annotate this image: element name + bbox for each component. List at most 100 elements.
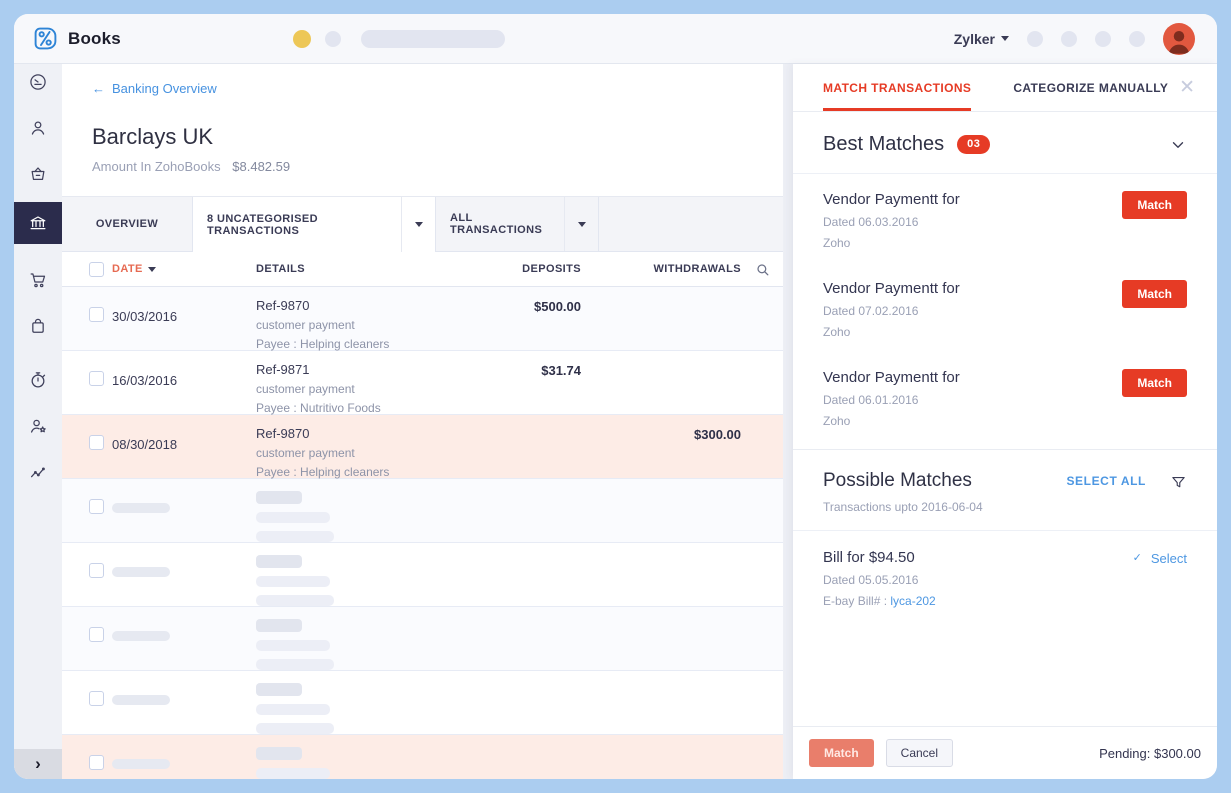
sidebar-item-purchases[interactable]: [14, 308, 62, 344]
sidebar-item-contacts[interactable]: [14, 110, 62, 146]
best-match-title: Vendor Paymentt for: [823, 191, 960, 208]
amount-value: $8.482.59: [232, 159, 291, 174]
best-match-date: Dated 06.01.2016: [823, 393, 919, 407]
best-match-title: Vendor Paymentt for: [823, 280, 960, 297]
tab-match-transactions[interactable]: MATCH TRANSACTIONS: [823, 64, 972, 111]
sidebar-item-items[interactable]: [14, 156, 62, 192]
close-icon[interactable]: ✕: [1179, 78, 1195, 97]
table-row[interactable]: [62, 607, 783, 671]
row-checkbox[interactable]: [89, 563, 104, 578]
transaction-payee: Payee : Helping cleaners: [256, 465, 390, 479]
match-item-button[interactable]: Match: [1122, 369, 1187, 397]
date-placeholder: [112, 695, 170, 705]
table-row[interactable]: 30/03/2016 Ref-9870 customer payment Payee …: [62, 287, 783, 351]
table-row[interactable]: [62, 735, 783, 779]
best-match-vendor: Zoho: [823, 414, 851, 428]
topbar-icon-placeholder-1[interactable]: [1027, 30, 1043, 47]
table-body: 30/03/2016 Ref-9870 customer payment Payee …: [62, 287, 783, 779]
sort-caret-icon: [147, 266, 156, 272]
app-logo[interactable]: Books: [32, 25, 121, 52]
bill-number-link[interactable]: lyca-202: [890, 594, 935, 608]
window-frame: Books Zylker › ← Banking Overview Barcla…: [0, 0, 1231, 793]
table-search-icon[interactable]: [741, 262, 783, 277]
row-checkbox[interactable]: [89, 307, 104, 322]
filter-funnel-icon[interactable]: [1170, 474, 1187, 491]
transaction-ref: Ref-9870: [256, 298, 310, 313]
row-checkbox[interactable]: [89, 755, 104, 770]
select-all-checkbox[interactable]: [89, 261, 104, 277]
org-name: Zylker: [953, 30, 995, 47]
search-input[interactable]: [360, 29, 505, 48]
page-title: Barclays UK: [92, 124, 214, 149]
details-placeholder: [256, 479, 461, 542]
org-selector[interactable]: Zylker: [954, 31, 1009, 47]
collapse-chevron-icon[interactable]: [1169, 136, 1187, 154]
tab-all-transactions[interactable]: ALL TRANSACTIONS: [436, 197, 599, 252]
ref-placeholder: [256, 491, 302, 504]
items-icon: [31, 167, 45, 181]
uncategorised-dropdown-caret[interactable]: [401, 197, 435, 252]
row-checkbox[interactable]: [89, 435, 104, 450]
match-item-button[interactable]: Match: [1122, 280, 1187, 308]
app-body: › ← Banking Overview Barclays UK Amount …: [14, 64, 1217, 779]
possible-match-bill-line: E-bay Bill# : lyca-202: [823, 594, 936, 608]
all-transactions-dropdown-caret[interactable]: [564, 197, 598, 251]
app-window: Books Zylker › ← Banking Overview Barcla…: [14, 14, 1217, 779]
best-match-item: Vendor Paymentt for Dated 06.01.2016 Zoho M…: [793, 352, 1217, 441]
notification-dot[interactable]: [292, 29, 311, 48]
possible-match-date: Dated 05.05.2016: [823, 573, 919, 587]
row-checkbox[interactable]: [89, 627, 104, 642]
table-row[interactable]: [62, 479, 783, 543]
column-header-date[interactable]: DATE: [112, 263, 256, 275]
topbar-icon-placeholder-2[interactable]: [1061, 30, 1077, 47]
best-match-item: Vendor Paymentt for Dated 07.02.2016 Zoho M…: [793, 263, 1217, 352]
tab-overview[interactable]: OVERVIEW: [62, 197, 193, 252]
table-row[interactable]: [62, 543, 783, 607]
withdrawal-amount: $300.00: [694, 427, 741, 442]
sidebar-item-dashboard[interactable]: [14, 64, 62, 100]
row-checkbox[interactable]: [89, 691, 104, 706]
date-placeholder: [112, 567, 170, 577]
time-tracking-icon: [31, 372, 46, 388]
topbar-icon-placeholder-4[interactable]: [1129, 30, 1145, 47]
best-match-item: Vendor Paymentt for Dated 06.03.2016 Zoho M…: [793, 174, 1217, 263]
possible-match-item: Bill for $94.50 Dated 05.05.2016 E-bay Bil…: [793, 531, 1217, 621]
amount-label: Amount In ZohoBooks: [92, 159, 221, 174]
best-match-vendor: Zoho: [823, 236, 851, 250]
tab-categorize-manually[interactable]: CATEGORIZE MANUALLY: [1013, 64, 1168, 111]
match-item-button[interactable]: Match: [1122, 191, 1187, 219]
ref-placeholder: [256, 555, 302, 568]
sidebar-item-time-tracking[interactable]: [14, 362, 62, 398]
table-row[interactable]: 08/30/2018 Ref-9870 customer payment Payee …: [62, 415, 783, 479]
topbar-icon-placeholder-3[interactable]: [1095, 30, 1111, 47]
select-label: Select: [1150, 551, 1187, 566]
sidebar-item-banking[interactable]: [14, 202, 62, 244]
best-matches-header: Best Matches 03: [793, 112, 1217, 174]
line-placeholder: [256, 723, 334, 734]
tab-uncategorised-transactions[interactable]: 8 UNCATEGORISED TRANSACTIONS: [193, 197, 436, 252]
sidebar-item-reports[interactable]: [14, 454, 62, 490]
sidebar-expand-button[interactable]: ›: [14, 749, 62, 779]
possible-match-info: Bill for $94.50 Dated 05.05.2016 E-bay Bil…: [823, 549, 936, 608]
select-all-link[interactable]: SELECT ALL: [1066, 474, 1146, 488]
table-row[interactable]: 16/03/2016 Ref-9871 customer payment Payee …: [62, 351, 783, 415]
sidebar-item-accountant[interactable]: [14, 408, 62, 444]
table-row[interactable]: [62, 671, 783, 735]
line-placeholder: [256, 768, 330, 779]
cancel-button[interactable]: Cancel: [885, 739, 954, 767]
accountant-icon: [30, 419, 46, 433]
match-button[interactable]: Match: [809, 739, 874, 767]
row-checkbox[interactable]: [89, 499, 104, 514]
date-header-label: DATE: [112, 263, 143, 275]
transactions-table: DATE DETAILS DEPOSITS WITHDRAWALS 30/03/…: [62, 252, 783, 779]
back-link[interactable]: ← Banking Overview: [92, 81, 217, 96]
transaction-ref: Ref-9871: [256, 362, 310, 377]
panel-tabs: MATCH TRANSACTIONS CATEGORIZE MANUALLY ✕: [793, 64, 1217, 112]
line-placeholder: [256, 704, 330, 715]
avatar[interactable]: [1163, 22, 1195, 55]
possible-matches-subtitle: Transactions upto 2016-06-04: [823, 500, 983, 514]
chevron-down-icon: [577, 221, 586, 227]
select-match-link[interactable]: ✓ Select: [1133, 549, 1187, 608]
row-checkbox[interactable]: [89, 371, 104, 386]
sidebar-item-sales[interactable]: [14, 262, 62, 298]
